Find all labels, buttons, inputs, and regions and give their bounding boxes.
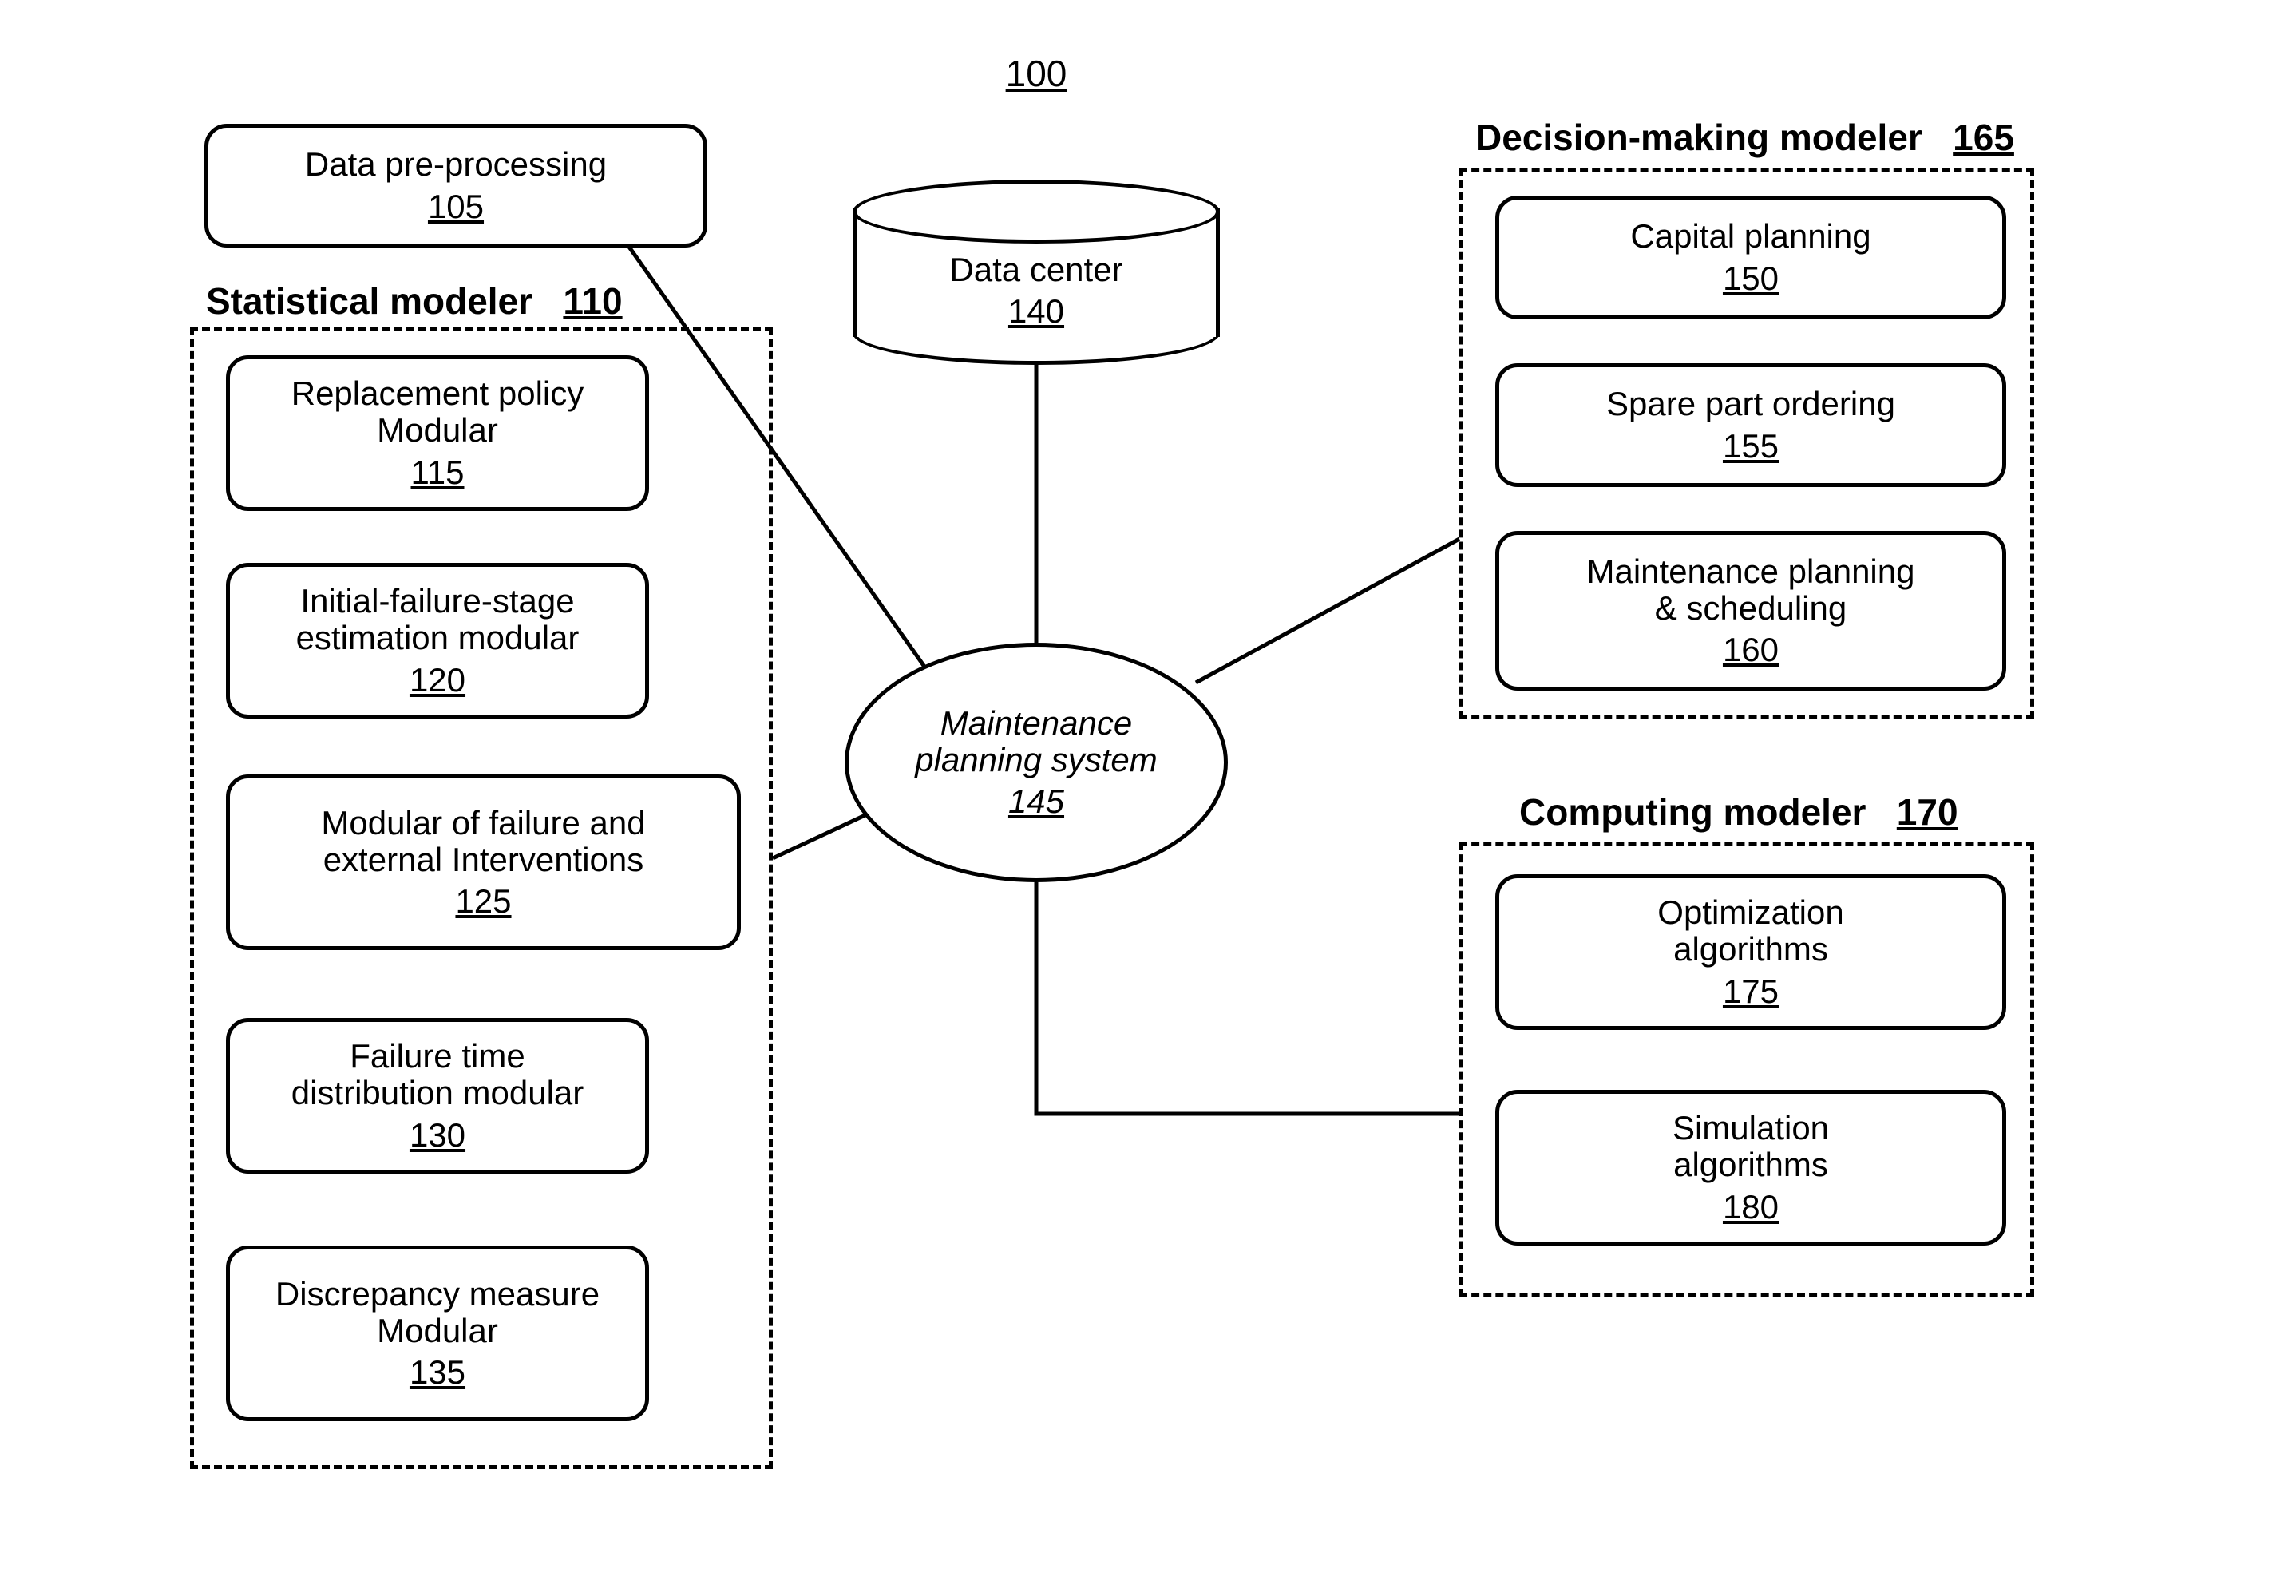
box-initial-failure-stage: Initial-failure-stage estimation modular… <box>226 563 649 719</box>
box-id: 175 <box>1723 973 1779 1010</box>
group-title-text: Decision-making modeler <box>1475 117 1922 158</box>
cylinder-label: Data center <box>949 251 1122 288</box>
box-id: 155 <box>1723 428 1779 465</box>
box-failure-time-distribution: Failure time distribution modular 130 <box>226 1018 649 1174</box>
box-label: Replacement policy Modular <box>291 375 584 449</box>
group-title-statistical: Statistical modeler 110 <box>206 279 623 323</box>
box-id: 135 <box>410 1354 465 1391</box>
group-id: 110 <box>563 280 622 322</box>
box-id: 180 <box>1723 1189 1779 1226</box>
group-title-computing: Computing modeler 170 <box>1519 790 1958 834</box>
ellipse-id: 145 <box>1008 783 1064 820</box>
box-label: Optimization algorithms <box>1657 894 1843 968</box>
group-decision: Capital planning 150 Spare part ordering… <box>1459 168 2034 719</box>
group-id: 165 <box>1953 117 2014 158</box>
box-failure-external-interventions: Modular of failure and external Interven… <box>226 774 741 950</box>
group-computing: Optimization algorithms 175 Simulation a… <box>1459 842 2034 1297</box>
box-label: Capital planning <box>1630 218 1870 255</box>
box-id: 130 <box>410 1117 465 1154</box>
ellipse-label: Maintenance planning system <box>915 705 1158 778</box>
box-label: Simulation algorithms <box>1673 1110 1829 1183</box>
box-label: Failure time distribution modular <box>291 1038 584 1111</box>
box-label: Modular of failure and external Interven… <box>321 805 645 878</box>
box-capital-planning: Capital planning 150 <box>1495 196 2006 319</box>
box-discrepancy-measure: Discrepancy measure Modular 135 <box>226 1246 649 1421</box>
box-id: 115 <box>411 454 465 491</box>
diagram-id: 100 <box>996 52 1076 95</box>
box-label: Spare part ordering <box>1606 386 1895 422</box>
box-label: Maintenance planning & scheduling <box>1587 553 1915 627</box>
box-spare-part-ordering: Spare part ordering 155 <box>1495 363 2006 487</box>
box-id: 105 <box>428 188 484 225</box>
box-label: Data pre-processing <box>305 146 607 183</box>
box-maintenance-planning-scheduling: Maintenance planning & scheduling 160 <box>1495 531 2006 691</box>
group-id: 170 <box>1897 791 1958 833</box>
group-title-text: Statistical modeler <box>206 280 532 322</box>
ellipse-maintenance-planning-system: Maintenance planning system 145 <box>845 643 1228 882</box>
box-optimization-algorithms: Optimization algorithms 175 <box>1495 874 2006 1030</box>
box-id: 160 <box>1723 632 1779 668</box>
box-replacement-policy: Replacement policy Modular 115 <box>226 355 649 511</box>
box-label: Initial-failure-stage estimation modular <box>296 583 580 656</box>
box-id: 120 <box>410 662 465 699</box>
diagram-id-text: 100 <box>1006 53 1067 94</box>
cylinder-id: 140 <box>853 293 1220 330</box>
group-title-text: Computing modeler <box>1519 791 1866 833</box>
box-id: 125 <box>455 883 511 920</box>
box-label: Discrepancy measure Modular <box>275 1276 600 1349</box>
diagram-canvas: 100 Data pre-processing 105 Statistical … <box>190 52 2106 1521</box>
box-data-preprocessing: Data pre-processing 105 <box>204 124 707 248</box>
cylinder-data-center: Data center 140 <box>853 180 1220 365</box>
group-statistical: Replacement policy Modular 115 Initial-f… <box>190 327 773 1469</box>
group-title-decision: Decision-making modeler 165 <box>1475 116 2014 159</box>
box-id: 150 <box>1723 260 1779 297</box>
box-simulation-algorithms: Simulation algorithms 180 <box>1495 1090 2006 1246</box>
